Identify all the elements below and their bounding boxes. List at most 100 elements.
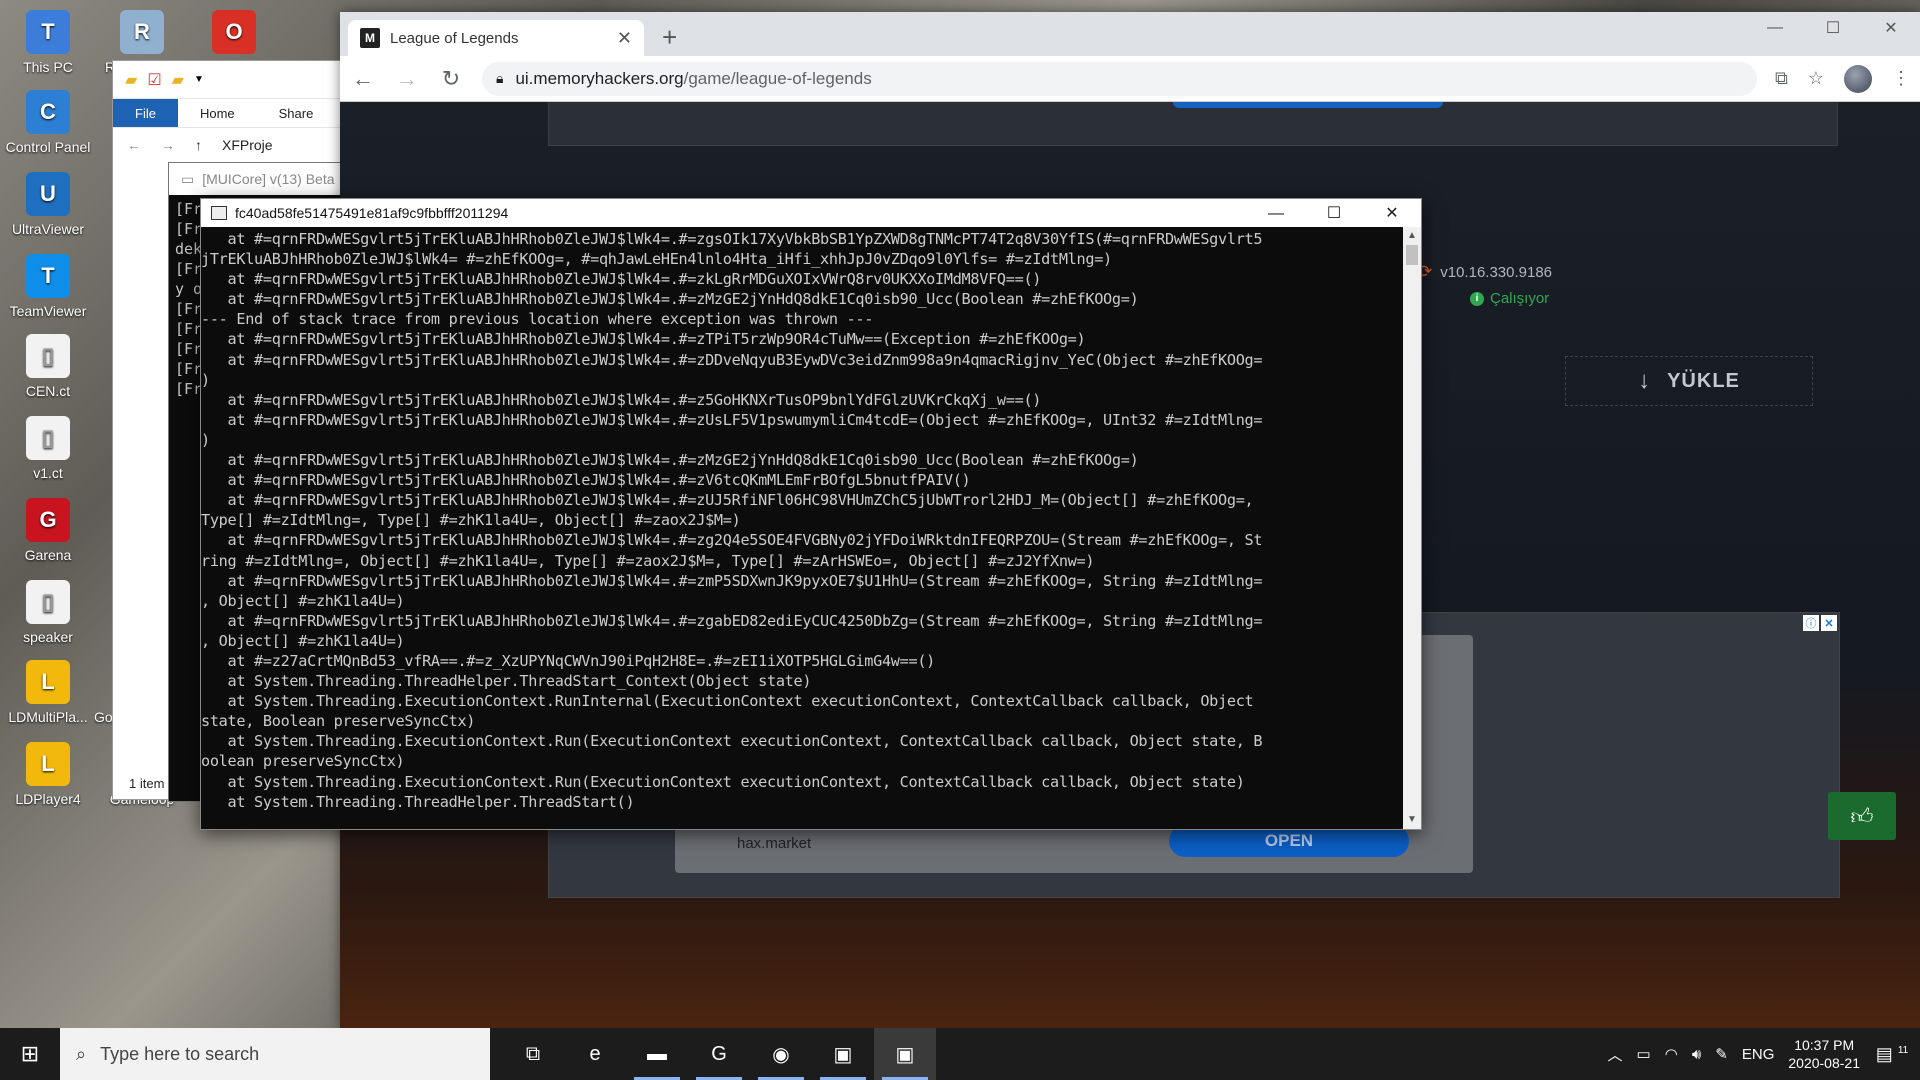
- close-button[interactable]: ✕: [1862, 12, 1920, 44]
- desktop-icon-label: speaker: [23, 629, 73, 645]
- clock-time: 10:37 PM: [1794, 1037, 1855, 1053]
- taskbar-app-button[interactable]: ▣: [874, 1028, 936, 1080]
- battery-icon[interactable]: ▭: [1637, 1045, 1651, 1063]
- pdf-icon: O: [212, 10, 256, 54]
- window-icon: ▭: [181, 170, 195, 187]
- back-button[interactable]: ←: [350, 66, 376, 92]
- console-window[interactable]: fc40ad58fe51475491e81af9c9fbbfff2011294 …: [200, 198, 1422, 830]
- desktop-icon-label: LDPlayer4: [15, 791, 81, 807]
- breadcrumb[interactable]: XFProje: [222, 137, 273, 153]
- quick-access-toolbar: ▰ ☑ ▰ ▼: [113, 61, 351, 99]
- desktop-icon[interactable]: ▯ speaker: [0, 580, 96, 646]
- ad-brand[interactable]: hax.market: [737, 835, 811, 852]
- desktop-icon[interactable]: C Control Panel: [0, 90, 96, 156]
- volume-icon[interactable]: 🔊︎: [1692, 1046, 1701, 1063]
- minimize-button[interactable]: —: [1247, 200, 1305, 228]
- desktop-icon[interactable]: L LDMultiPla...: [0, 660, 96, 726]
- windows-logo-icon: ⊞: [20, 1041, 40, 1066]
- taskbar: ⊞ ⌕ Type here to search ⧉ e ▬ G ◉ ▣ ▣ ︿ ▭ ◠ 🔊︎…: [0, 1028, 1920, 1080]
- scroll-down-arrow-icon[interactable]: ▼: [1403, 811, 1421, 829]
- chrome-icon: ◉: [772, 1043, 790, 1066]
- file-icon: ▯: [26, 416, 70, 460]
- start-button[interactable]: ⊞: [0, 1028, 60, 1080]
- clock[interactable]: 10:37 PM 2020-08-21: [1788, 1036, 1860, 1072]
- desktop-icon[interactable]: ▯ v1.ct: [0, 416, 96, 482]
- up-arrow-icon[interactable]: ↑: [195, 137, 202, 153]
- pen-icon[interactable]: ✎: [1715, 1045, 1728, 1063]
- taskbar-app-button[interactable]: e: [564, 1028, 626, 1080]
- toolbar-actions: ⧉ ☆ ⋮: [1775, 64, 1910, 93]
- taskbar-search[interactable]: ⌕ Type here to search: [60, 1028, 490, 1080]
- load-button[interactable]: ↓ YÜKLE: [1565, 356, 1813, 406]
- ribbon-tab-share[interactable]: Share: [257, 99, 336, 127]
- ad-info-icon[interactable]: ⓘ: [1803, 615, 1819, 631]
- file-explorer-icon: ▬: [647, 1042, 667, 1065]
- ribbon-tab-file[interactable]: File: [113, 99, 178, 127]
- desktop-icon[interactable]: ▯ CEN.ct: [0, 334, 96, 400]
- forward-arrow-icon[interactable]: →: [161, 137, 175, 153]
- stack-trace-text: at #=qrnFRDwWESgvlrt5jTrEKluABJhHRhob0Zl…: [201, 230, 1263, 811]
- notification-center-button[interactable]: ▤ 11: [1874, 1044, 1910, 1065]
- file-icon: ▯: [26, 580, 70, 624]
- version-text: v10.16.330.9186: [1440, 263, 1553, 281]
- muicore-titlebar[interactable]: ▭ [MUICore] v(13) Beta: [169, 163, 367, 195]
- teamviewer-icon: T: [26, 254, 70, 298]
- ad-controls: ⓘ ✕: [1803, 615, 1837, 631]
- reload-button[interactable]: ↻: [438, 66, 464, 92]
- desktop-icon[interactable]: L LDPlayer4: [0, 742, 96, 808]
- ad-close-icon[interactable]: ✕: [1821, 615, 1837, 631]
- close-button[interactable]: ✕: [1363, 199, 1421, 227]
- menu-kebab-icon[interactable]: ⋮: [1892, 68, 1910, 89]
- taskbar-apps: ⧉ e ▬ G ◉ ▣ ▣: [502, 1028, 936, 1080]
- maximize-button[interactable]: ☐: [1804, 12, 1862, 44]
- maximize-button[interactable]: ☐: [1305, 199, 1363, 227]
- address-bar: ← → ↑ XFProje: [113, 127, 351, 161]
- load-button-label: YÜKLE: [1667, 369, 1740, 392]
- tab-strip: M League of Legends ✕ + — ☐ ✕: [340, 12, 1920, 56]
- taskbar-app-button[interactable]: ▬: [626, 1028, 688, 1080]
- forward-button[interactable]: →: [394, 66, 420, 92]
- properties-icon[interactable]: ☑: [147, 70, 161, 90]
- edge-icon: e: [589, 1042, 601, 1065]
- thumbs-up-icon: 👍︎: [1850, 803, 1874, 829]
- chevron-up-icon[interactable]: ︿: [1608, 1044, 1623, 1065]
- language-indicator[interactable]: ENG: [1742, 1046, 1775, 1063]
- profile-avatar[interactable]: [1844, 64, 1872, 93]
- address-bar[interactable]: 🔒︎ ui.memoryhackers.org/game/league-of-l…: [482, 61, 1757, 96]
- desktop-icon[interactable]: U UltraViewer: [0, 172, 96, 238]
- taskbar-app-button[interactable]: G: [688, 1028, 750, 1080]
- ribbon-tab-home[interactable]: Home: [178, 99, 257, 127]
- taskbar-app-button[interactable]: ▣: [812, 1028, 874, 1080]
- taskbar-app-button[interactable]: ◉: [750, 1028, 812, 1080]
- version-info: ⟳ v10.16.330.9186: [1418, 262, 1552, 282]
- back-arrow-icon[interactable]: ←: [127, 137, 141, 153]
- browser-tab[interactable]: M League of Legends ✕: [348, 20, 644, 56]
- close-tab-icon[interactable]: ✕: [617, 28, 632, 49]
- minimize-button[interactable]: —: [1746, 12, 1804, 44]
- bookmark-star-icon[interactable]: ☆: [1808, 68, 1824, 89]
- console-app-icon: ▣: [833, 1043, 853, 1066]
- notification-count: 11: [1897, 1044, 1909, 1056]
- wifi-icon[interactable]: ◠: [1665, 1045, 1678, 1063]
- taskbar-app-button[interactable]: ⧉: [502, 1028, 564, 1080]
- console-titlebar[interactable]: fc40ad58fe51475491e81af9c9fbbfff2011294 …: [201, 199, 1421, 227]
- status-text: Çalışıyor: [1490, 290, 1550, 307]
- desktop-icon[interactable]: G Garena: [0, 498, 96, 564]
- thumbs-up-button[interactable]: 👍︎: [1828, 792, 1896, 840]
- scroll-up-arrow-icon[interactable]: ▲: [1403, 227, 1421, 245]
- lock-icon[interactable]: 🔒︎: [496, 70, 503, 87]
- chevron-down-icon[interactable]: ▼: [194, 74, 204, 85]
- desktop-icon[interactable]: T This PC: [0, 10, 96, 76]
- status-bar-text: 1 item: [129, 776, 165, 791]
- blue-button-edge[interactable]: [1173, 102, 1443, 108]
- translate-icon[interactable]: ⧉: [1775, 68, 1788, 89]
- ldplayer-icon: L: [26, 742, 70, 786]
- search-icon: ⌕: [76, 1043, 87, 1064]
- console-scrollbar[interactable]: ▲ ▼: [1403, 227, 1421, 829]
- desktop-icon[interactable]: T TeamViewer: [0, 254, 96, 320]
- garena-icon: G: [26, 498, 70, 542]
- new-tab-button[interactable]: +: [662, 22, 677, 53]
- scroll-thumb[interactable]: [1406, 245, 1418, 265]
- muicore-title: [MUICore] v(13) Beta: [202, 171, 335, 187]
- notification-icon: ▤: [1875, 1043, 1893, 1064]
